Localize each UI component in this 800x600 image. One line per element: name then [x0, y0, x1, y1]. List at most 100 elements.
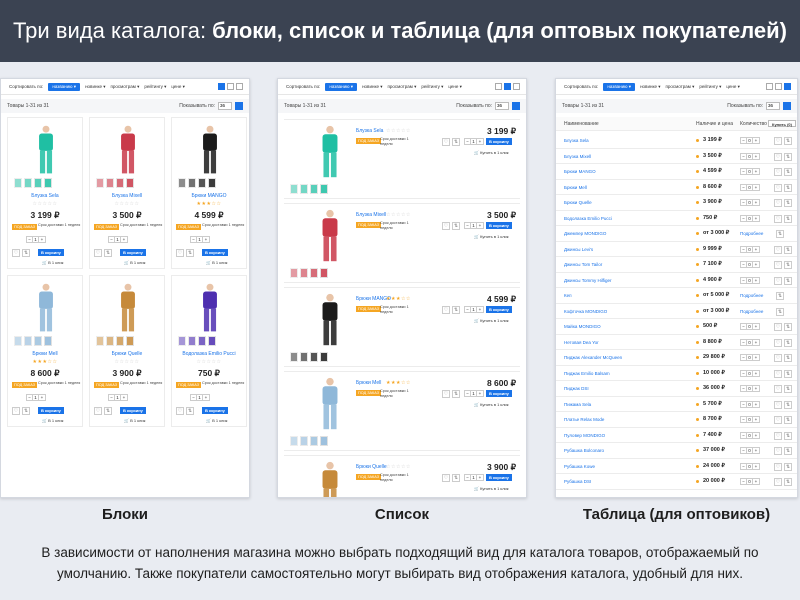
thumbnail[interactable]	[310, 268, 318, 278]
increase-button[interactable]: +	[753, 216, 759, 221]
product-photo[interactable]	[26, 124, 66, 176]
compare-icon[interactable]: ⇅	[452, 390, 460, 398]
compare-icon[interactable]: ⇅	[784, 462, 792, 471]
increase-button[interactable]: +	[753, 386, 759, 391]
product-photo[interactable]	[108, 282, 148, 334]
sort-option-3[interactable]: рейтингу ▾	[421, 84, 443, 90]
increase-button[interactable]: +	[753, 154, 759, 159]
quantity-stepper[interactable]: −1 +	[464, 390, 484, 397]
product-list-item[interactable]: Брюки MANGO ★★★☆☆ ПОД ЗАКАЗ Срок доставки 1…	[284, 287, 520, 367]
details-link[interactable]: Подробнее	[740, 231, 763, 236]
add-to-cart-button[interactable]: В корзину	[486, 474, 512, 481]
product-card[interactable]: Блузка Mixell ☆☆☆☆☆ 3 500 ₽ ПОД ЗАКАЗ Срок д…	[89, 117, 165, 269]
details-link[interactable]: Подробнее	[740, 293, 763, 298]
quantity-stepper[interactable]: −1 +	[464, 474, 484, 481]
thumbnail[interactable]	[106, 336, 114, 346]
product-name[interactable]: Водолазка Emilio Pucci	[564, 216, 612, 221]
product-name[interactable]: Брюки Mell	[564, 185, 587, 190]
thumbnail[interactable]	[126, 178, 134, 188]
favorite-icon[interactable]: ♡	[774, 276, 782, 285]
compare-icon[interactable]: ⇅	[784, 276, 792, 285]
product-name[interactable]: Брюки MANGO	[172, 193, 246, 199]
quantity-stepper[interactable]: −0 +	[740, 152, 760, 160]
increase-button[interactable]: +	[753, 355, 759, 360]
favorite-icon[interactable]: ♡	[774, 152, 782, 161]
thumbnail[interactable]	[320, 268, 328, 278]
one-click-buy-link[interactable]: 🛒 В 1 клик	[42, 260, 63, 265]
thumbnail[interactable]	[24, 336, 32, 346]
favorite-icon[interactable]: ♡	[774, 385, 782, 393]
favorite-icon[interactable]: ♡	[774, 261, 782, 269]
increase-button[interactable]: +	[753, 169, 759, 174]
thumbnail[interactable]	[34, 336, 42, 346]
add-to-cart-button[interactable]: В корзину	[202, 407, 228, 414]
favorite-icon[interactable]: ♡	[442, 138, 450, 146]
favorite-icon[interactable]: ♡	[774, 447, 782, 455]
increase-button[interactable]: +	[753, 324, 759, 329]
product-name[interactable]: Джинсы Levi's	[564, 247, 593, 252]
product-name[interactable]: Брюки Quelle	[90, 351, 164, 357]
increase-button[interactable]: +	[753, 247, 759, 252]
favorite-icon[interactable]: ♡	[176, 249, 184, 257]
thumbnail[interactable]	[24, 178, 32, 188]
increase-button[interactable]: +	[753, 200, 759, 205]
compare-icon[interactable]: ⇅	[784, 416, 792, 424]
thumbnail[interactable]	[126, 336, 134, 346]
list-view-button[interactable]	[227, 83, 234, 90]
favorite-icon[interactable]: ♡	[176, 407, 184, 415]
thumbnail[interactable]	[320, 184, 328, 194]
list-view-button[interactable]	[504, 83, 511, 90]
compare-icon[interactable]: ⇅	[784, 447, 792, 455]
favorite-icon[interactable]: ♡	[774, 338, 782, 347]
thumbnail[interactable]	[178, 178, 186, 188]
one-click-buy-link[interactable]: 🛒 Купить в 1 клик	[474, 486, 509, 491]
quantity-stepper[interactable]: −0 +	[740, 199, 760, 206]
product-name[interactable]: Блузка Sela	[564, 138, 589, 143]
product-card[interactable]: Водолазка Emilio Pucci ☆☆☆☆☆ 750 ₽ ПОД ЗАКА…	[171, 275, 247, 427]
product-name[interactable]: Рубашка DSI	[564, 479, 591, 484]
compare-icon[interactable]: ⇅	[776, 307, 784, 316]
sort-option-3[interactable]: рейтингу ▾	[699, 84, 721, 90]
sort-option-3[interactable]: рейтингу ▾	[144, 84, 166, 90]
thumbnail[interactable]	[14, 336, 22, 346]
favorite-icon[interactable]: ♡	[774, 199, 782, 207]
favorite-icon[interactable]: ♡	[774, 245, 782, 254]
product-name[interactable]: Платье Relax Mode	[564, 417, 604, 422]
compare-icon[interactable]: ⇅	[784, 354, 792, 362]
quantity-stepper[interactable]: −0 +	[740, 323, 760, 330]
compare-icon[interactable]: ⇅	[784, 338, 792, 347]
quantity-stepper[interactable]: −1 +	[464, 222, 484, 229]
quantity-stepper[interactable]: −0 +	[740, 431, 760, 439]
increase-button[interactable]: +	[203, 237, 209, 242]
quantity-stepper[interactable]: −0 +	[740, 354, 760, 361]
increase-button[interactable]: +	[753, 278, 759, 283]
add-to-cart-button[interactable]: В корзину	[38, 249, 64, 256]
product-name[interactable]: Блузка Mixell	[564, 154, 591, 159]
thumbnail[interactable]	[198, 336, 206, 346]
quantity-stepper[interactable]: −0 +	[740, 369, 760, 377]
thumbnail[interactable]	[300, 352, 308, 362]
one-click-buy-link[interactable]: 🛒 В 1 клик	[206, 418, 227, 423]
sort-option-4[interactable]: цене ▾	[171, 84, 185, 90]
increase-button[interactable]: +	[753, 479, 759, 484]
per-page-dropdown-icon[interactable]	[783, 102, 791, 110]
increase-button[interactable]: +	[39, 395, 45, 400]
increase-button[interactable]: +	[753, 185, 759, 190]
favorite-icon[interactable]: ♡	[94, 407, 102, 415]
sort-option-4[interactable]: цене ▾	[448, 84, 462, 90]
increase-button[interactable]: +	[753, 371, 759, 376]
product-name[interactable]: Брюки MANGO	[564, 169, 596, 174]
compare-icon[interactable]: ⇅	[784, 183, 792, 192]
quantity-stepper[interactable]: −0 +	[740, 137, 760, 144]
compare-icon[interactable]: ⇅	[776, 230, 784, 238]
product-list-item[interactable]: Блузка Mixell ☆☆☆☆☆ ПОД ЗАКАЗ Срок доставки…	[284, 203, 520, 283]
thumbnail[interactable]	[96, 178, 104, 188]
compare-icon[interactable]: ⇅	[784, 214, 792, 223]
increase-button[interactable]: +	[477, 391, 483, 396]
product-photo[interactable]	[190, 124, 230, 176]
favorite-icon[interactable]: ♡	[442, 390, 450, 398]
details-link[interactable]: Подробнее	[740, 309, 763, 314]
sort-option-0[interactable]: названию ▾	[325, 82, 358, 91]
per-page-dropdown-icon[interactable]	[512, 102, 520, 110]
one-click-buy-link[interactable]: 🛒 Купить в 1 клик	[474, 234, 509, 239]
